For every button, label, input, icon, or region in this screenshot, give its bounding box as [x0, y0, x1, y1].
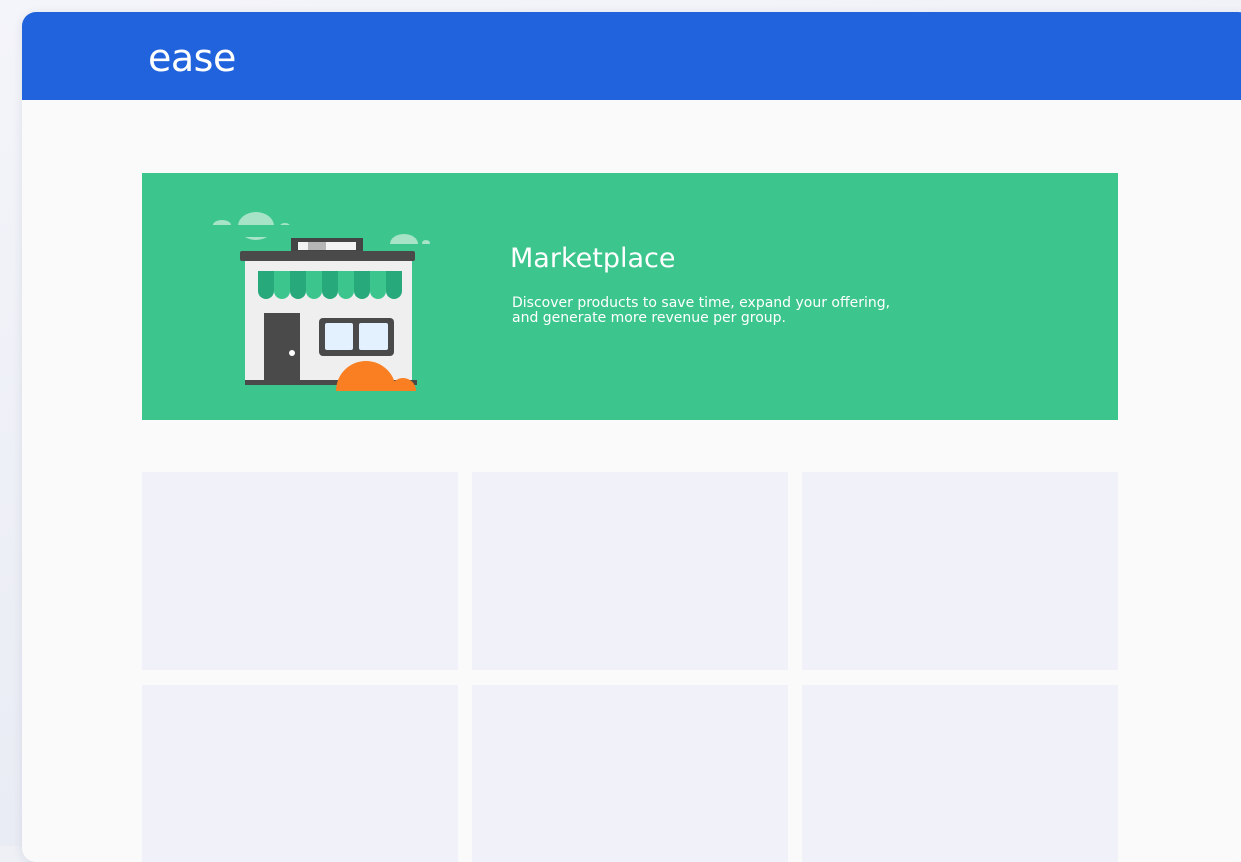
- product-card-placeholder: [142, 685, 458, 862]
- banner-description: Discover products to save time, expand y…: [512, 296, 992, 326]
- product-card-placeholder: [802, 472, 1118, 670]
- storefront-icon: [204, 212, 434, 391]
- top-navigation-bar: ease: [22, 12, 1241, 100]
- product-card-placeholder: [802, 685, 1118, 862]
- app-window: ease Marketplace Discover products to sa…: [22, 12, 1241, 862]
- product-card-grid: [142, 472, 1119, 862]
- banner-description-line: and generate more revenue per group.: [512, 310, 786, 326]
- marketplace-banner: Marketplace Discover products to save ti…: [142, 173, 1118, 420]
- banner-description-line: Discover products to save time, expand y…: [512, 295, 891, 311]
- product-card-placeholder: [142, 472, 458, 670]
- banner-title: Marketplace: [510, 243, 676, 274]
- product-card-placeholder: [472, 472, 788, 670]
- product-card-placeholder: [472, 685, 788, 862]
- brand-logo[interactable]: ease: [148, 36, 236, 80]
